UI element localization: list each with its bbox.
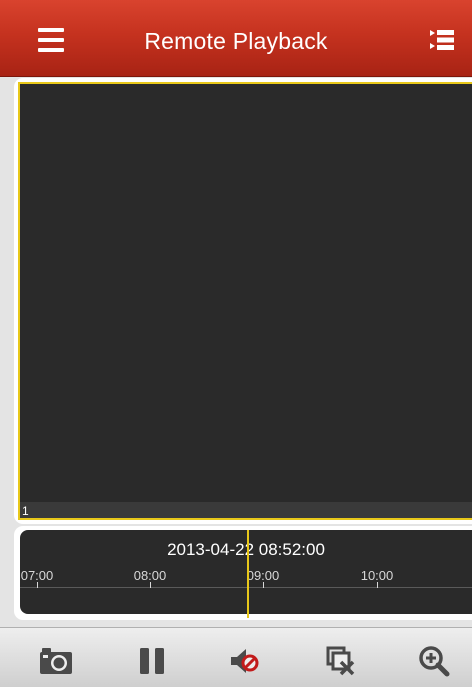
close-window-button[interactable] bbox=[320, 644, 360, 678]
tick-label-0900: 09:00 bbox=[246, 568, 280, 583]
tick-label-0800: 08:00 bbox=[133, 568, 167, 583]
tick-label-0700: 07:00 bbox=[20, 568, 54, 583]
playback-datetime: 2013-04-22 08:52:00 bbox=[167, 540, 325, 559]
camera-icon bbox=[40, 648, 72, 674]
tick-label-1000: 10:00 bbox=[360, 568, 394, 583]
timeline-axis bbox=[20, 587, 472, 588]
mute-button[interactable] bbox=[226, 644, 266, 678]
pause-button[interactable] bbox=[132, 644, 172, 678]
tick-mark-0800 bbox=[150, 582, 151, 588]
timeline-cursor[interactable] bbox=[247, 530, 249, 618]
app-header: Remote Playback bbox=[0, 0, 472, 77]
capture-button[interactable] bbox=[36, 644, 76, 678]
window-index-label: 1 bbox=[22, 504, 29, 518]
close-window-icon bbox=[326, 646, 355, 676]
tick-mark-1000 bbox=[377, 582, 378, 588]
channel-list-icon bbox=[430, 30, 454, 50]
zoom-in-button[interactable] bbox=[414, 644, 454, 678]
mute-icon bbox=[231, 649, 259, 673]
video-window[interactable]: 1 bbox=[18, 82, 472, 520]
channel-list-button[interactable] bbox=[430, 28, 454, 52]
tick-mark-0900 bbox=[263, 582, 264, 588]
pause-icon bbox=[140, 648, 164, 674]
video-window-status-bar bbox=[20, 502, 472, 518]
tick-mark-0700 bbox=[37, 582, 38, 588]
zoom-in-icon bbox=[419, 646, 450, 677]
playback-timeline[interactable]: 2013-04-22 08:52:00 07:00 08:00 09:00 10… bbox=[20, 530, 472, 614]
playback-toolbar bbox=[0, 627, 472, 687]
page-title: Remote Playback bbox=[144, 28, 328, 54]
